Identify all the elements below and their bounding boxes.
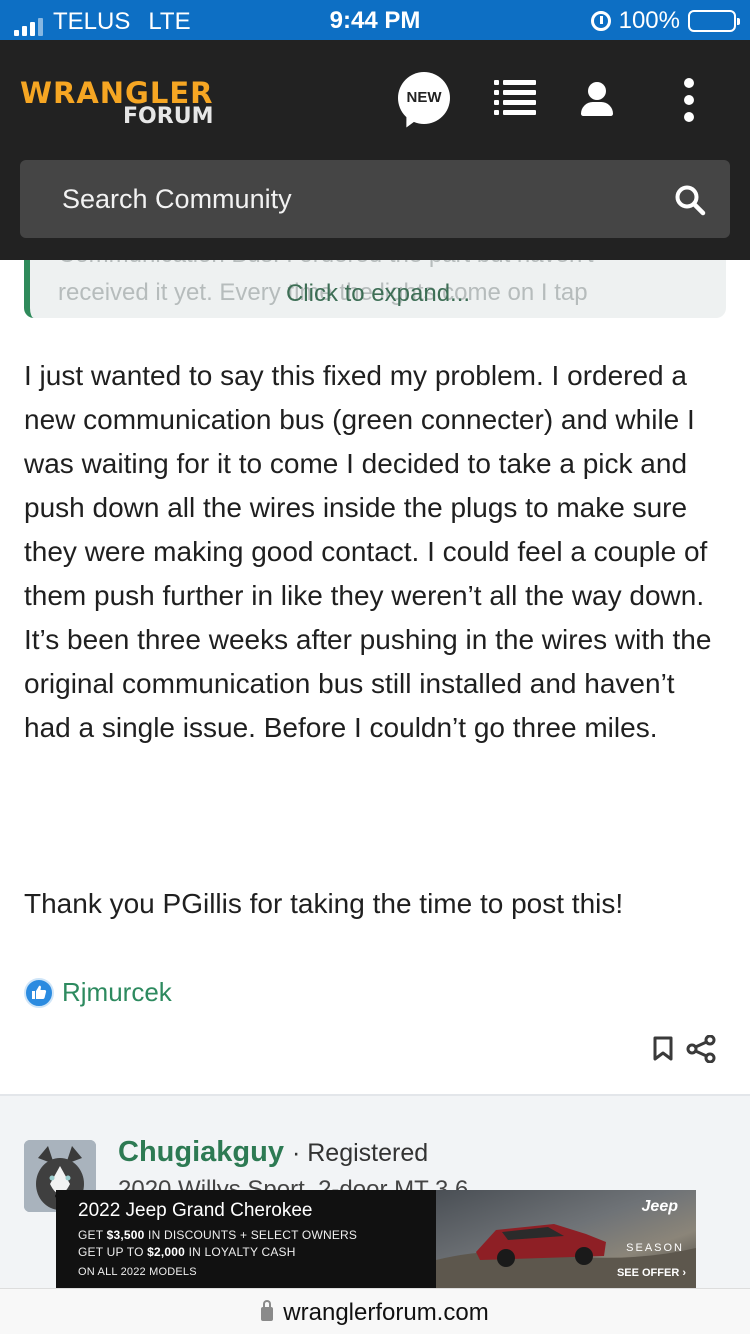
post-actions <box>652 1035 716 1063</box>
search-input[interactable]: Search Community <box>20 160 730 238</box>
battery-icon <box>688 10 740 32</box>
user-icon[interactable] <box>581 82 613 116</box>
post-paragraph: It’s been three weeks after pushing in t… <box>24 624 712 743</box>
share-icon[interactable] <box>686 1035 716 1063</box>
site-logo[interactable]: WRANGLER FORUM <box>20 78 213 128</box>
url-display: wranglerforum.com <box>0 1299 750 1327</box>
post-thanks-line: Thank you PGillis for taking the time to… <box>24 888 624 919</box>
lock-icon <box>261 1300 274 1321</box>
ad-vehicle-image: Jeep SEASON SEE OFFER › <box>436 1190 696 1288</box>
ad-title: 2022 Jeep Grand Cherokee <box>78 1200 313 1221</box>
search-icon[interactable] <box>674 184 706 216</box>
liked-by-user-link[interactable]: Rjmurcek <box>62 977 172 1008</box>
alarm-icon <box>590 11 611 31</box>
ad-see-offer-button[interactable]: SEE OFFER › <box>617 1267 686 1279</box>
post-author: Chugiakguy · Registered <box>118 1136 428 1169</box>
ad-line-1: GET $3,500 IN DISCOUNTS + SELECT OWNERS <box>78 1228 358 1242</box>
status-bar: TELUS LTE 9:44 PM 100% <box>0 0 750 40</box>
ad-brand-logo: Jeep <box>641 1198 678 1215</box>
quote-block: Communication Bus. I ordered the part bu… <box>24 260 726 318</box>
author-role: · Registered <box>291 1139 429 1167</box>
site-header: WRANGLER FORUM NEW Search Community <box>0 40 750 260</box>
browser-url-bar[interactable]: wranglerforum.com <box>0 1288 750 1334</box>
ad-line-2: GET UP TO $2,000 IN LOYALTY CASH <box>78 1245 296 1259</box>
bookmark-icon[interactable] <box>652 1036 674 1062</box>
more-icon[interactable] <box>683 78 695 122</box>
reaction-row: Rjmurcek <box>24 977 172 1008</box>
status-right: 100% <box>590 7 740 35</box>
post-paragraph: I just wanted to say this fixed my probl… <box>24 360 708 611</box>
list-icon[interactable] <box>494 80 536 116</box>
ad-season-label: SEASON <box>626 1242 684 1254</box>
battery-percent: 100% <box>618 7 680 34</box>
quote-text-line-1: Communication Bus. I ordered the part bu… <box>58 260 594 270</box>
like-icon <box>24 977 54 1008</box>
author-name-link[interactable]: Chugiakguy <box>118 1136 284 1169</box>
search-placeholder: Search Community <box>62 184 292 214</box>
post-body: I just wanted to say this fixed my probl… <box>24 354 726 750</box>
click-to-expand-link[interactable]: Click to expand... <box>30 280 726 308</box>
advertisement-banner[interactable]: 2022 Jeep Grand Cherokee GET $3,500 IN D… <box>56 1190 696 1288</box>
ad-line-3: ON ALL 2022 MODELS <box>78 1266 197 1278</box>
new-posts-button[interactable]: NEW <box>398 72 450 124</box>
url-text: wranglerforum.com <box>283 1299 489 1326</box>
